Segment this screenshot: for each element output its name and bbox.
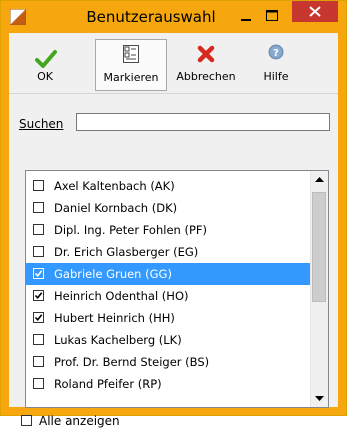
ok-button-label: OK xyxy=(37,70,53,83)
show-all-label: Alle anzeigen xyxy=(39,414,120,428)
user-list-item[interactable]: Gabriele Gruen (GG) xyxy=(26,263,311,285)
close-button[interactable] xyxy=(292,1,338,22)
user-list-item[interactable]: Lukas Kachelberg (LK) xyxy=(26,329,311,351)
user-listbox[interactable]: Axel Kaltenbach (AK) Daniel Kornbach (DK)… xyxy=(25,170,329,408)
show-all-checkbox[interactable] xyxy=(21,415,32,426)
user-label: Axel Kaltenbach (AK) xyxy=(54,179,175,193)
user-label: Dipl. Ing. Peter Fohlen (PF) xyxy=(54,223,207,237)
user-label: Daniel Kornbach (DK) xyxy=(54,201,178,215)
vertical-scrollbar[interactable] xyxy=(310,171,328,407)
user-label: Hubert Heinrich (HH) xyxy=(54,311,175,325)
abbrechen-button[interactable]: Abbrechen xyxy=(171,39,241,89)
user-label: Heinrich Odenthal (HO) xyxy=(54,289,189,303)
mark-list-icon xyxy=(123,45,139,63)
toolbar: OK Markieren Abbrechen ? Hilfe xyxy=(9,33,338,93)
search-label-text: Suchen xyxy=(19,117,64,131)
checkmark-icon xyxy=(35,50,57,68)
svg-text:?: ? xyxy=(273,48,279,59)
user-list-item[interactable]: Axel Kaltenbach (AK) xyxy=(26,175,311,197)
help-icon: ? xyxy=(268,44,284,60)
minimize-button[interactable] xyxy=(233,5,259,27)
user-checkbox[interactable] xyxy=(33,224,44,235)
title-bar: Benutzerauswahl xyxy=(1,1,346,33)
user-checkbox[interactable] xyxy=(33,180,44,191)
user-checkbox[interactable] xyxy=(33,246,44,257)
dialog-window: Benutzerauswahl OK Markieren Abbrechen ?… xyxy=(0,0,347,428)
user-label: Gabriele Gruen (GG) xyxy=(54,267,172,281)
user-checkbox[interactable] xyxy=(33,202,44,213)
show-all-option[interactable]: Alle anzeigen xyxy=(21,414,120,428)
user-checkbox[interactable] xyxy=(33,378,44,389)
search-label: Suchen xyxy=(19,117,63,131)
user-label: Prof. Dr. Bernd Steiger (BS) xyxy=(54,355,210,369)
user-list-item[interactable]: Prof. Dr. Bernd Steiger (BS) xyxy=(26,351,311,373)
user-checkbox[interactable] xyxy=(33,356,44,367)
scroll-up-button[interactable] xyxy=(311,171,328,188)
user-label: Dr. Erich Glasberger (EG) xyxy=(54,245,199,259)
user-list-item[interactable]: Daniel Kornbach (DK) xyxy=(26,197,311,219)
user-list-item[interactable]: Dr. Erich Glasberger (EG) xyxy=(26,241,311,263)
user-label: Lukas Kachelberg (LK) xyxy=(54,333,182,347)
user-label: Roland Pfeifer (RP) xyxy=(54,377,162,391)
search-input[interactable] xyxy=(76,113,330,131)
markieren-button-label: Markieren xyxy=(103,71,159,84)
user-checkbox[interactable] xyxy=(33,312,44,323)
user-checkbox[interactable] xyxy=(33,334,44,345)
hilfe-button-label: Hilfe xyxy=(263,70,289,83)
x-icon xyxy=(197,45,215,63)
abbrechen-button-label: Abbrechen xyxy=(176,70,236,83)
scrollbar-thumb[interactable] xyxy=(312,192,326,302)
toolbar-separator xyxy=(9,93,338,94)
user-list-item[interactable]: Roland Pfeifer (RP) xyxy=(26,373,311,395)
user-list-item[interactable]: Dipl. Ing. Peter Fohlen (PF) xyxy=(26,219,311,241)
scroll-down-button[interactable] xyxy=(311,390,328,407)
user-list-item[interactable]: Hubert Heinrich (HH) xyxy=(26,307,311,329)
user-list-item[interactable]: Heinrich Odenthal (HO) xyxy=(26,285,311,307)
markieren-button[interactable]: Markieren xyxy=(95,39,167,91)
ok-button[interactable]: OK xyxy=(15,39,75,89)
user-checkbox[interactable] xyxy=(33,290,44,301)
dialog-client: OK Markieren Abbrechen ? Hilfe Suchen Ax… xyxy=(9,33,338,428)
maximize-button[interactable] xyxy=(259,5,285,27)
hilfe-button[interactable]: ? Hilfe xyxy=(251,39,301,89)
user-list: Axel Kaltenbach (AK) Daniel Kornbach (DK)… xyxy=(26,175,311,395)
user-checkbox[interactable] xyxy=(33,268,44,279)
